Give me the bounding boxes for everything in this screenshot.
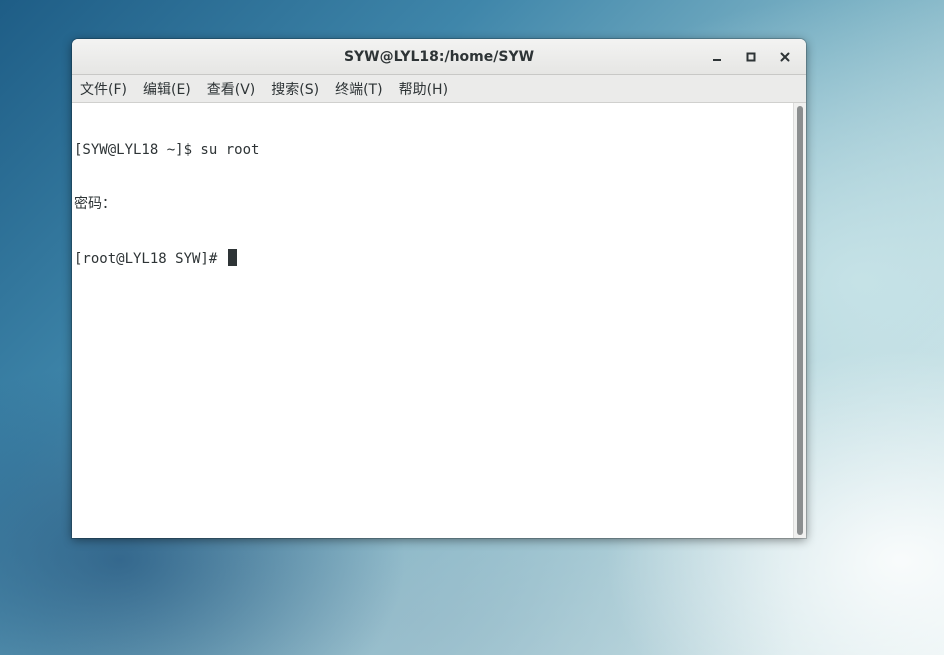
menu-view[interactable]: 查看(V) (201, 75, 262, 102)
menu-search[interactable]: 搜索(S) (265, 75, 325, 102)
terminal-line: 密码： (74, 195, 794, 213)
terminal-cursor (227, 249, 237, 266)
maximize-button[interactable] (736, 44, 766, 70)
close-icon (780, 52, 790, 62)
menu-file[interactable]: 文件(F) (74, 75, 133, 102)
terminal-output[interactable]: [SYW@LYL18 ~]$ su root 密码： [root@LYL18 S… (72, 103, 794, 538)
minimize-icon (713, 59, 721, 61)
terminal-prompt-line: [root@LYL18 SYW]# (74, 249, 794, 267)
window-titlebar[interactable]: SYW@LYL18:/home/SYW (72, 39, 806, 75)
menu-help[interactable]: 帮助(H) (393, 75, 454, 102)
minimize-button[interactable] (702, 44, 732, 70)
terminal-prompt-text: [root@LYL18 SYW]# (74, 251, 226, 267)
menu-terminal[interactable]: 终端(T) (329, 75, 388, 102)
terminal-scrollbar[interactable] (793, 103, 806, 538)
maximize-icon (746, 52, 756, 62)
scrollbar-thumb[interactable] (797, 106, 803, 535)
close-button[interactable] (770, 44, 800, 70)
window-title: SYW@LYL18:/home/SYW (343, 48, 535, 65)
menu-edit[interactable]: 编辑(E) (137, 75, 197, 102)
terminal-line: [SYW@LYL18 ~]$ su root (74, 141, 794, 159)
window-controls (702, 44, 800, 70)
menubar: 文件(F) 编辑(E) 查看(V) 搜索(S) 终端(T) 帮助(H) (72, 75, 806, 103)
terminal-line-text: [SYW@LYL18 ~]$ su root (74, 142, 260, 158)
terminal-line-text: 密码： (74, 196, 116, 212)
terminal-window: SYW@LYL18:/home/SYW 文件(F) 编辑(E) 查看(V) 搜索… (72, 39, 806, 538)
